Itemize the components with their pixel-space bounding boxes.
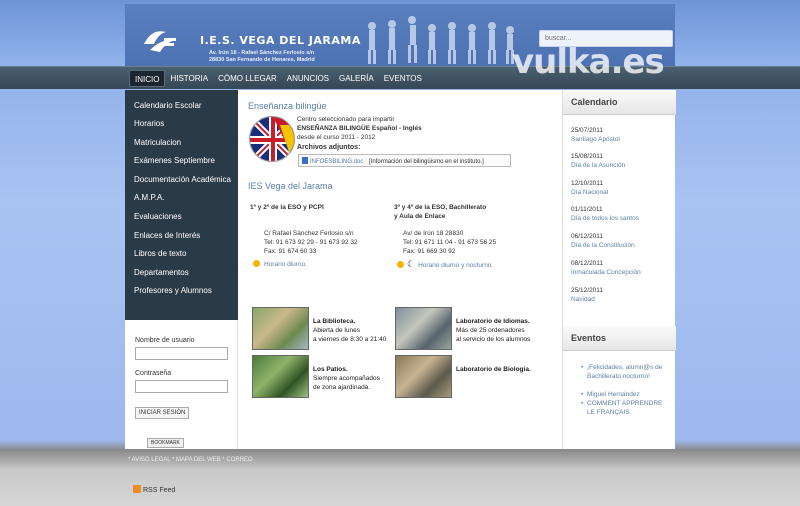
attachments-label: Archivos adjuntos: [297, 144, 361, 151]
bilingual-line-2: ENSEÑANZA BILINGÜE Español - Inglés [297, 125, 422, 132]
footer-links[interactable]: * AVISO LEGAL * MAPA DEL WEB * CORREO [128, 457, 253, 463]
bilingual-title[interactable]: Enseñanza bilingüe [248, 101, 327, 111]
main-nav: INICIO HISTORIA CÓMO LLEGAR ANUNCIOS GAL… [0, 66, 800, 89]
sidebar-item-horarios[interactable]: Horarios [134, 119, 164, 128]
gallery-item-idiomas: Laboratorio de Idiomas. Más de 25 ordenad… [456, 318, 531, 343]
calendar-date: 06/12/2011 [571, 233, 604, 240]
bookmark-button[interactable]: BOOKMARK [147, 438, 184, 448]
calendar-date: 08/12/2011 [571, 260, 604, 267]
rss-icon [133, 485, 141, 493]
nav-item-historia[interactable]: HISTORIA [165, 70, 213, 87]
gallery-item-patios: Los Patios. Siempre acompañados de zona aj… [313, 366, 380, 391]
sidebar-item-libros[interactable]: Libros de texto [134, 249, 186, 258]
col1-address: C/ Rafael Sánchez Ferlosio s/n [264, 230, 354, 237]
calendar-event-link[interactable]: Navidad [571, 296, 595, 303]
students-silhouette-graphic [368, 16, 514, 64]
calendar-title: Calendario [563, 90, 676, 115]
bilingual-line-3: desde el curso 2011 - 2012 [297, 134, 376, 141]
col2-schedule: ☾ Horario diurno y nocturno. [397, 260, 493, 270]
username-label: Nombre de usuario [135, 337, 195, 344]
doc-icon [302, 157, 308, 164]
sidebar-item-matriculacion[interactable]: Matriculacion [134, 138, 181, 147]
sidebar-item-ampa[interactable]: A.M.P.A. [134, 193, 165, 202]
spain-uk-flag-image [249, 116, 295, 162]
gallery-item-biblioteca: La Biblioteca. Abierta de lunes a viernes … [313, 318, 387, 343]
event-item[interactable]: Miguel Hernández [581, 390, 672, 399]
col1-fax: Fax: 91 674 60 33 [264, 248, 317, 255]
login-form: Nombre de usuario Contraseña INICIAR SES… [125, 320, 238, 449]
rss-feed-link[interactable]: RSS Feed [133, 485, 175, 494]
bilingual-line-1: Centro seleccionado para impartir [297, 116, 395, 123]
sidebar-item-evaluaciones[interactable]: Evaluaciones [134, 212, 182, 221]
sun-icon [253, 260, 260, 267]
header-address-line-2: 28830 San Fernando de Henares, Madrid [209, 57, 315, 63]
col1-tel: Tel: 91 673 92 29 - 91 673 92 32 [264, 239, 358, 246]
col2-address: Av/ de Irún 18 28830 [403, 230, 464, 237]
language-lab-photo[interactable] [395, 307, 452, 350]
main-container: Calendario Escolar Horarios Matriculacio… [125, 90, 676, 449]
calendar-event-link[interactable]: Día de la Asunción [571, 162, 625, 169]
nav-item-anuncios[interactable]: ANUNCIOS [282, 70, 334, 87]
calendar-date: 12/10/2011 [571, 180, 604, 187]
calendar-date: 25/12/2011 [571, 287, 604, 294]
school-logo[interactable] [140, 24, 180, 56]
calendar-event-link[interactable]: Día Nacional [571, 189, 608, 196]
calendar-event-link[interactable]: Día de la Constitución [571, 242, 635, 249]
main-content: Enseñanza bilingüe Centro seleccionado p… [248, 90, 561, 449]
ies-title[interactable]: IES Vega del Jarama [248, 181, 333, 191]
sidebar-item-departamentos[interactable]: Departamentos [134, 268, 189, 277]
sidebar-item-profesores[interactable]: Profesores y Alumnos [134, 286, 212, 295]
nav-item-galeria[interactable]: GALERÍA [334, 70, 379, 87]
col2-tel: Tel: 91 671 11 04 - 91 673 56 25 [403, 239, 497, 246]
gallery-item-biologia: Laboratorio de Biología. [456, 366, 531, 373]
library-photo[interactable] [252, 307, 309, 350]
col1-schedule: Horario diurno. [253, 260, 307, 269]
sidebar-item-calendario[interactable]: Calendario Escolar [134, 101, 202, 110]
calendar-date: 01/11/2011 [571, 206, 603, 213]
attachment-filename[interactable]: INFOESBILING.doc [310, 159, 363, 165]
login-button[interactable]: INICIAR SESIÓN [135, 407, 190, 419]
col2-heading-2: y Aula de Enlace [394, 213, 446, 220]
sidebar-item-enlaces[interactable]: Enlaces de Interés [134, 231, 200, 240]
attachment-description: [Información del bilingüismo en el insti… [369, 159, 484, 165]
nav-item-eventos[interactable]: EVENTOS [379, 70, 427, 87]
vulka-watermark: vulka.es [512, 42, 665, 82]
events-title: Eventos [563, 326, 676, 351]
calendar-event-link[interactable]: Inmaculada Concepción [571, 269, 641, 276]
site-title: I.E.S. VEGA DEL JARAMA [200, 34, 361, 47]
col2-heading-1: 3º y 4º de la ESO, Bachillerato [394, 204, 487, 211]
nav-item-como-llegar[interactable]: CÓMO LLEGAR [213, 70, 282, 87]
username-field[interactable] [135, 347, 228, 360]
attachment-link[interactable]: INFOESBILING.doc [Información del biling… [298, 154, 511, 167]
nav-item-inicio[interactable]: INICIO [129, 70, 166, 87]
patios-photo[interactable] [252, 355, 309, 398]
password-label: Contraseña [135, 370, 172, 377]
calendar-event-link[interactable]: Santiago Apóstol [571, 136, 620, 143]
password-field[interactable] [135, 380, 228, 393]
header-address-line-1: Av. Irún 18 - Rafael Sánchez Ferlosio s/… [209, 50, 315, 56]
sidebar-menu: Calendario Escolar Horarios Matriculacio… [125, 90, 238, 320]
calendar-date: 25/07/2011 [571, 127, 604, 134]
event-item[interactable]: COMMENT APPRENDRE LE FRANÇAIS [581, 399, 672, 417]
biology-lab-photo[interactable] [395, 355, 452, 398]
right-sidebar: Calendario 25/07/2011 Santiago Apóstol 1… [562, 90, 676, 449]
sidebar-item-documentacion[interactable]: Documentación Académica [134, 175, 231, 184]
event-item[interactable]: ¡Felicidades, alumn@s de Bachillerato no… [581, 363, 672, 381]
col1-heading: 1º y 2º de la ESO y PCPI [250, 204, 324, 211]
sidebar-item-examenes[interactable]: Exámenes Septiembre [134, 156, 215, 165]
calendar-date: 15/08/2011 [571, 153, 604, 160]
moon-icon: ☾ [407, 259, 416, 269]
calendar-event-link[interactable]: Día de todos los santos [571, 215, 639, 222]
sun-icon [397, 261, 404, 268]
col2-fax: Fax: 91 669 30 92 [403, 248, 456, 255]
